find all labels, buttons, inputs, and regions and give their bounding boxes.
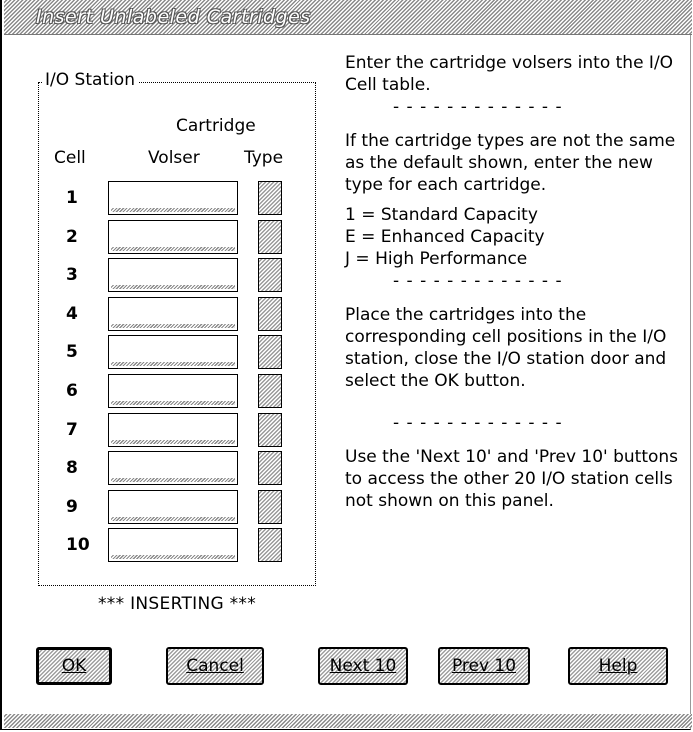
volser-input-cell-10[interactable] <box>108 528 238 562</box>
volser-input-cell-6[interactable] <box>108 374 238 408</box>
volser-input-cell-8[interactable] <box>108 451 238 485</box>
type-input-cell-10[interactable] <box>258 528 282 562</box>
type-input-cell-9[interactable] <box>258 490 282 524</box>
cell-number: 10 <box>66 535 90 555</box>
ok-button[interactable]: OK <box>36 647 112 685</box>
separator: - - - - - - - - - - - - - <box>393 271 563 291</box>
io-station-legend: I/O Station <box>42 70 138 90</box>
ok-button-label: OK <box>61 656 87 676</box>
cancel-button-label: Cancel <box>186 656 244 676</box>
type-enhanced-capacity: E = Enhanced Capacity <box>345 227 545 247</box>
type-input-cell-6[interactable] <box>258 374 282 408</box>
type-input-cell-7[interactable] <box>258 413 282 447</box>
next-10-button[interactable]: Next 10 <box>318 647 408 685</box>
cartridge-column-header: Cartridge <box>176 116 256 136</box>
cell-column-header: Cell <box>54 148 86 168</box>
volser-input-cell-2[interactable] <box>108 220 238 254</box>
separator: - - - - - - - - - - - - - <box>393 97 563 117</box>
instruction-next-prev: Use the 'Next 10' and 'Prev 10' buttons … <box>345 447 679 511</box>
help-button[interactable]: Help <box>568 647 668 685</box>
cell-number: 1 <box>66 188 78 208</box>
type-input-cell-5[interactable] <box>258 335 282 369</box>
title-bar[interactable]: Insert Unlabeled Cartridges <box>4 0 692 35</box>
instructions-panel: Enter the cartridge volsers into the I/O… <box>345 52 690 512</box>
cell-number: 7 <box>66 420 78 440</box>
cell-number: 2 <box>66 227 78 247</box>
type-input-cell-3[interactable] <box>258 258 282 292</box>
volser-input-cell-7[interactable] <box>108 413 238 447</box>
volser-column-header: Volser <box>148 148 200 168</box>
type-column-header: Type <box>244 148 284 168</box>
type-input-cell-2[interactable] <box>258 220 282 254</box>
cancel-button[interactable]: Cancel <box>166 647 264 685</box>
type-input-cell-1[interactable] <box>258 181 282 215</box>
prev-10-button-label: Prev 10 <box>451 656 517 676</box>
cell-number: 4 <box>66 304 78 324</box>
volser-input-cell-4[interactable] <box>108 297 238 331</box>
type-input-cell-4[interactable] <box>258 297 282 331</box>
cell-number: 8 <box>66 458 78 478</box>
instruction-enter-volsers: Enter the cartridge volsers into the I/O… <box>345 53 674 95</box>
cell-number: 6 <box>66 381 78 401</box>
insert-unlabeled-cartridges-dialog: Insert Unlabeled Cartridges I/O Station … <box>0 0 692 730</box>
next-10-button-label: Next 10 <box>329 656 397 676</box>
instruction-place-cartridges: Place the cartridges into the correspond… <box>345 305 667 391</box>
volser-input-cell-1[interactable] <box>108 181 238 215</box>
window-title: Insert Unlabeled Cartridges <box>36 6 311 28</box>
help-button-label: Help <box>598 656 638 676</box>
cell-number: 9 <box>66 497 78 517</box>
prev-10-button[interactable]: Prev 10 <box>438 647 530 685</box>
status-text: *** INSERTING *** <box>98 594 257 614</box>
cell-number: 3 <box>66 265 78 285</box>
cell-number: 5 <box>66 342 78 362</box>
volser-input-cell-9[interactable] <box>108 490 238 524</box>
type-standard-capacity: 1 = Standard Capacity <box>345 205 538 225</box>
volser-input-cell-3[interactable] <box>108 258 238 292</box>
volser-input-cell-5[interactable] <box>108 335 238 369</box>
type-high-performance: J = High Performance <box>345 249 528 269</box>
bottom-frame <box>4 714 692 728</box>
separator: - - - - - - - - - - - - - <box>393 413 563 433</box>
type-input-cell-8[interactable] <box>258 451 282 485</box>
instruction-cartridge-types: If the cartridge types are not the same … <box>345 131 676 195</box>
